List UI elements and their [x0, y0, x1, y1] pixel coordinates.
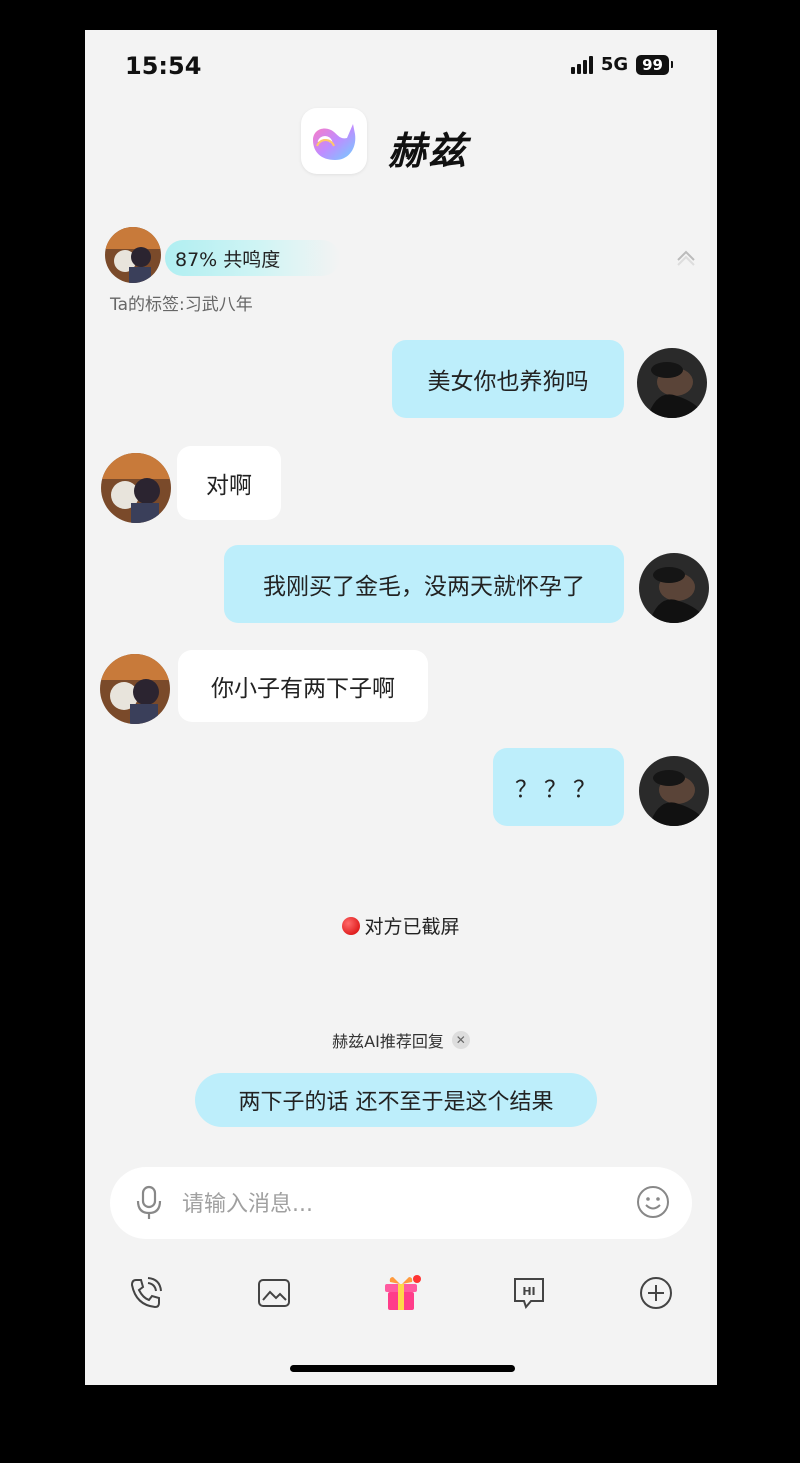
message-outgoing: ？？？	[493, 748, 624, 826]
ai-suggest-header: 赫兹AI推荐回复 ✕	[85, 1028, 717, 1052]
home-indicator[interactable]	[290, 1365, 515, 1372]
user-tag: Ta的标签:习武八年	[110, 295, 253, 315]
microphone-icon[interactable]	[134, 1185, 164, 1225]
message-outgoing: 我刚买了金毛，没两天就怀孕了	[224, 545, 624, 623]
hi-greeting-icon[interactable]: HI	[509, 1273, 549, 1313]
message-outgoing: 美女你也养狗吗	[392, 340, 624, 418]
close-icon[interactable]: ✕	[451, 1031, 470, 1049]
phone-call-icon[interactable]	[126, 1273, 166, 1313]
collapse-chevron-icon[interactable]	[675, 246, 697, 268]
resonance-badge: 87% 共鸣度	[165, 240, 341, 276]
message-composer	[110, 1167, 692, 1241]
emoji-icon[interactable]	[636, 1185, 670, 1223]
image-icon[interactable]	[254, 1273, 294, 1313]
notification-dot	[413, 1275, 421, 1283]
svg-text:HI: HI	[522, 1285, 535, 1298]
match-avatar[interactable]	[101, 453, 171, 523]
battery-tip	[671, 61, 673, 68]
signal-icon	[570, 55, 593, 74]
plus-icon[interactable]	[636, 1273, 676, 1313]
message-incoming: 你小子有两下子啊	[178, 650, 428, 722]
screenshot-notice-text: 对方已截屏	[364, 916, 460, 938]
network-type: 5G	[600, 54, 629, 75]
ai-suggest-label: 赫兹AI推荐回复	[332, 1032, 444, 1051]
my-avatar[interactable]	[637, 348, 707, 418]
my-avatar[interactable]	[639, 553, 709, 623]
screenshot-notice: 对方已截屏	[85, 912, 717, 939]
phone-screen: 15:54 5G 99 赫兹 87% 共鸣度 Ta的标签:习武八年 美女你也养狗…	[85, 30, 717, 1385]
my-avatar[interactable]	[639, 756, 709, 826]
status-time: 15:54	[125, 52, 202, 80]
whale-logo-icon	[301, 108, 367, 174]
message-input[interactable]	[180, 1167, 624, 1241]
ai-suggested-reply[interactable]: 两下子的话 还不至于是这个结果	[195, 1073, 597, 1127]
red-dot-icon	[342, 916, 361, 935]
message-incoming: 对啊	[177, 446, 281, 520]
gift-icon[interactable]	[381, 1273, 421, 1313]
status-indicators: 5G 99	[570, 54, 673, 75]
match-avatar[interactable]	[105, 227, 161, 283]
match-avatar[interactable]	[100, 654, 170, 724]
app-name: 赫兹	[388, 129, 469, 173]
battery-icon: 99	[636, 54, 669, 75]
